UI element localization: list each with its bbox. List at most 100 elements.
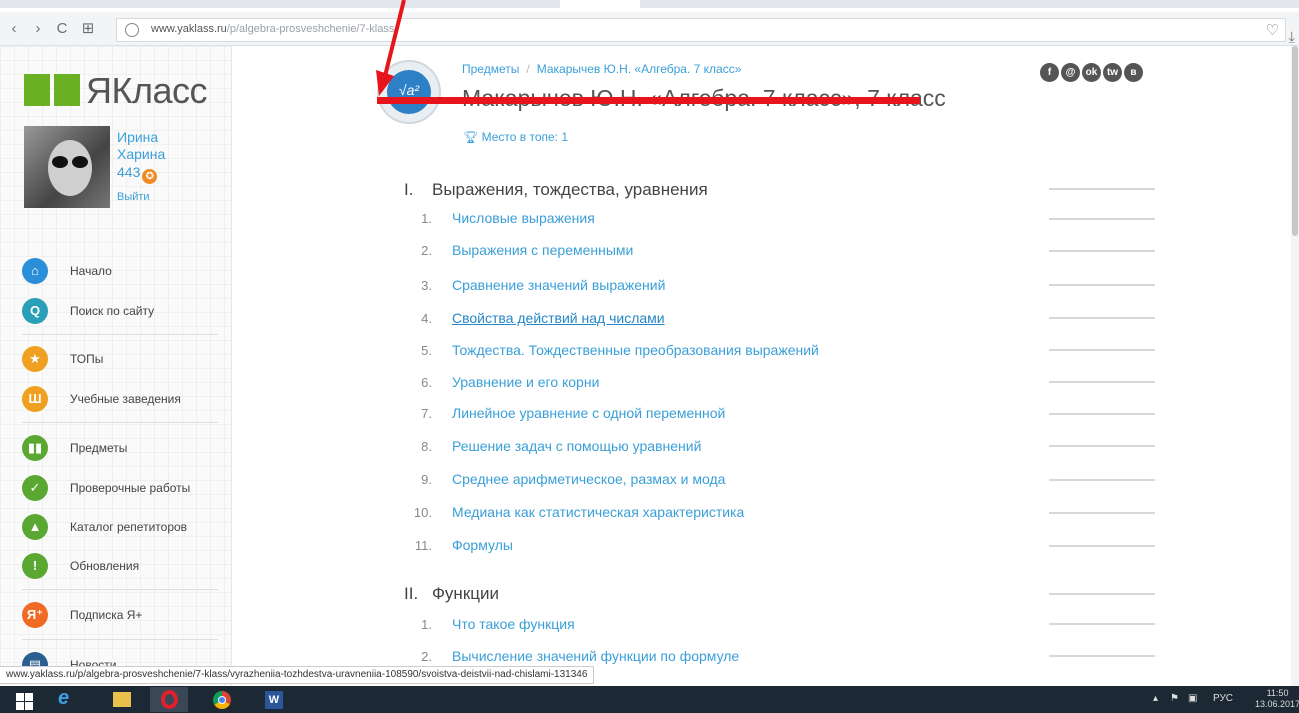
system-clock[interactable]: 11:50 13.06.2017: [1255, 688, 1299, 710]
language-indicator[interactable]: РУС: [1213, 693, 1233, 704]
topic-link[interactable]: Сравнение значений выражений: [452, 277, 665, 293]
sidebar: ЯКласс Ирина Харина 443 ✪ Выйти ⌂ Начало …: [0, 46, 232, 686]
opera-icon[interactable]: [150, 687, 188, 712]
book-icon: ▮▮: [22, 435, 48, 461]
topic-link[interactable]: Что такое функция: [452, 616, 575, 632]
windows-taskbar: e W ▴ ⚑ ▣ РУС 11:50 13.06.2017: [0, 686, 1299, 713]
menu-item-tutors[interactable]: ▲ Каталог репетиторов: [22, 514, 218, 544]
menu-item-subjects[interactable]: ▮▮ Предметы: [22, 435, 218, 465]
progress-line: [1049, 250, 1155, 252]
breadcrumb-course-link[interactable]: Макарычев Ю.Н. «Алгебра. 7 класс»: [537, 62, 742, 76]
progress-line: [1049, 512, 1155, 514]
facebook-icon[interactable]: f: [1040, 63, 1059, 82]
section-title: II. Функции: [404, 584, 499, 603]
trophy-icon: 🏆︎: [463, 130, 482, 144]
heart-icon[interactable]: ♡: [1266, 21, 1279, 39]
address-bar[interactable]: www.yaklass.ru/p/algebra-prosveshchenie/…: [116, 18, 1286, 42]
globe-icon: [125, 23, 139, 37]
menu-item-tops[interactable]: ★ ТОПы: [22, 346, 218, 376]
progress-line: [1049, 593, 1155, 595]
menu-divider: [22, 422, 218, 423]
scrollbar-thumb[interactable]: [1292, 46, 1298, 236]
avatar[interactable]: [24, 126, 110, 208]
topic-link[interactable]: Решение задач с помощью уравнений: [452, 438, 701, 454]
logout-link[interactable]: Выйти: [117, 191, 150, 203]
top-place[interactable]: 🏆︎ Место в топе: 1: [463, 130, 568, 144]
progress-line: [1049, 349, 1155, 351]
back-button[interactable]: ‹: [4, 17, 24, 41]
word-icon[interactable]: W: [254, 687, 292, 712]
menu-item-schools[interactable]: Ш Учебные заведения: [22, 386, 218, 416]
progress-line: [1049, 188, 1155, 190]
menu-divider: [22, 334, 218, 335]
topic-item: 10. Медиана как статистическая характерис…: [413, 504, 745, 520]
url-text: www.yaklass.ru/p/algebra-prosveshchenie/…: [151, 23, 395, 35]
odnoklassniki-icon[interactable]: ok: [1082, 63, 1101, 82]
breadcrumb: Предметы / Макарычев Ю.Н. «Алгебра. 7 клас…: [462, 62, 742, 76]
twitter-icon[interactable]: tw: [1103, 63, 1122, 82]
menu-item-subscription[interactable]: Я⁺ Подписка Я+: [22, 602, 218, 632]
topic-link[interactable]: Уравнение и его корни: [452, 374, 599, 390]
menu-item-search[interactable]: Q Поиск по сайту: [22, 298, 218, 328]
logo-square-icon: [54, 74, 80, 106]
page-scrollbar[interactable]: [1291, 46, 1299, 686]
social-links: f @ ok tw в: [1040, 62, 1145, 82]
menu-item-tests[interactable]: ✓ Проверочные работы: [22, 475, 218, 505]
topic-link[interactable]: Формулы: [452, 537, 513, 553]
browser-tab[interactable]: [640, 0, 1299, 8]
building-icon: Ш: [22, 386, 48, 412]
topic-item: 8. Решение задач с помощью уравнений: [421, 438, 702, 454]
menu-item-updates[interactable]: ! Обновления: [22, 553, 218, 583]
vkontakte-icon[interactable]: в: [1124, 63, 1143, 82]
progress-line: [1049, 479, 1155, 481]
user-first-name[interactable]: Ирина: [117, 129, 158, 145]
topic-link[interactable]: Выражения с переменными: [452, 242, 633, 258]
progress-line: [1049, 623, 1155, 625]
ya-plus-icon: Я⁺: [22, 602, 48, 628]
flag-icon[interactable]: ⚑: [1170, 693, 1179, 704]
topic-item: 1. Числовые выражения: [421, 210, 595, 226]
topic-item: 4. Свойства действий над числами: [421, 310, 665, 326]
network-icon[interactable]: ▣: [1188, 693, 1197, 704]
forward-button[interactable]: ›: [28, 17, 48, 41]
mail-icon[interactable]: @: [1061, 63, 1080, 82]
internet-explorer-icon[interactable]: e: [48, 687, 86, 712]
speed-dial-icon[interactable]: ⊞: [78, 17, 98, 41]
points-star-icon: ✪: [142, 169, 158, 184]
house-icon: ⌂: [22, 258, 48, 284]
progress-line: [1049, 655, 1155, 657]
topic-item: 2. Вычисление значений функции по формуле: [421, 648, 740, 664]
topic-link[interactable]: Медиана как статистическая характеристик…: [452, 504, 744, 520]
chrome-icon[interactable]: [202, 687, 240, 712]
progress-line: [1049, 317, 1155, 319]
topic-item: 7. Линейное уравнение с одной переменной: [421, 405, 726, 421]
topic-item: 2. Выражения с переменными: [421, 242, 634, 258]
graduation-cap-icon: ▲: [22, 514, 48, 540]
topic-link[interactable]: Числовые выражения: [452, 210, 595, 226]
user-last-name[interactable]: Харина: [117, 146, 165, 162]
topic-link[interactable]: Среднее арифметическое, размах и мода: [452, 471, 725, 487]
windows-start-icon[interactable]: [4, 687, 42, 712]
magnifier-icon: Q: [22, 298, 48, 324]
progress-line: [1049, 218, 1155, 220]
progress-line: [1049, 413, 1155, 415]
browser-toolbar: ‹ › C ⊞ www.yaklass.ru/p/algebra-prosves…: [0, 12, 1299, 46]
checkmark-icon: ✓: [22, 475, 48, 501]
reload-button[interactable]: C: [52, 17, 72, 41]
topic-link[interactable]: Вычисление значений функции по формуле: [452, 648, 739, 664]
file-explorer-icon[interactable]: [102, 687, 140, 712]
topic-link[interactable]: Свойства действий над числами: [452, 310, 665, 326]
user-points: 443 ✪: [117, 164, 158, 184]
download-icon[interactable]: ⤓: [1288, 29, 1295, 46]
exclamation-icon: !: [22, 553, 48, 579]
tray-arrow-icon[interactable]: ▴: [1153, 693, 1158, 704]
menu-divider: [22, 589, 218, 590]
progress-line: [1049, 545, 1155, 547]
menu-item-home[interactable]: ⌂ Начало: [22, 258, 218, 288]
topic-link[interactable]: Линейное уравнение с одной переменной: [452, 405, 725, 421]
breadcrumb-subjects-link[interactable]: Предметы: [462, 62, 519, 76]
progress-line: [1049, 284, 1155, 286]
topic-link[interactable]: Тождества. Тождественные преобразования …: [452, 342, 819, 358]
browser-tab[interactable]: [0, 0, 560, 8]
logo-square-icon: [24, 74, 50, 106]
